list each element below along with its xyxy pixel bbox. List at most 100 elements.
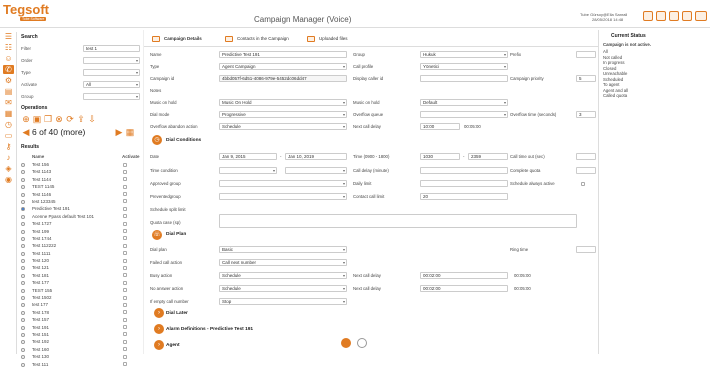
active-checkbox[interactable] [123,354,127,359]
active-checkbox[interactable] [123,288,127,293]
radio-icon[interactable] [21,236,25,241]
type-select[interactable] [83,69,140,76]
export-icon[interactable]: ⇪ [76,114,86,124]
phone-icon[interactable]: ✆ [3,65,14,74]
active-checkbox[interactable] [123,243,127,248]
dial-plan-select[interactable]: Basic [219,246,347,253]
active-checkbox[interactable] [123,310,127,315]
prev-page-icon[interactable]: ◀ [21,127,31,137]
result-row[interactable]: Acenne Ppass default Test 101 [21,213,142,220]
result-row[interactable]: Test 111 [21,361,142,368]
date-from-input[interactable]: Jan 9, 2015 [219,153,277,160]
quota-case-textarea[interactable] [219,214,577,228]
mail-icon[interactable]: ✉ [3,98,14,107]
result-row[interactable]: Test 1144 [21,176,142,183]
call-delay-input[interactable] [420,167,508,174]
radio-icon[interactable] [21,185,25,190]
settings-icon[interactable]: ⚙ [3,76,14,85]
delete-icon[interactable]: ⊗ [54,114,64,124]
type-select[interactable]: Agent Campaign [219,63,347,70]
radio-icon[interactable] [21,222,25,227]
schedule-active-checkbox[interactable] [581,182,585,186]
busy-action-select[interactable]: Schedule [219,272,347,279]
overflow-time-input[interactable]: 3 [576,111,596,118]
failed-call-select[interactable]: Call next number [219,259,347,266]
noanswer-delay-input[interactable]: 00:02:00 [420,285,508,292]
list-icon[interactable]: ☷ [3,43,14,52]
result-row[interactable]: test 177 [21,301,142,308]
result-row[interactable]: Test 199 [21,228,142,235]
bell-icon[interactable]: ♪ [3,153,14,162]
dial-mode-select[interactable]: Progressive [219,111,347,118]
result-row[interactable]: Test 156 [21,161,142,168]
radio-icon[interactable] [21,229,25,234]
radio-icon[interactable] [21,340,25,345]
radio-icon[interactable] [21,170,25,175]
result-row[interactable]: Predictive Test 191 [21,205,142,212]
active-checkbox[interactable] [123,229,127,234]
time-condition-select-2[interactable] [285,167,347,174]
active-checkbox[interactable] [123,347,127,352]
active-checkbox[interactable] [123,280,127,285]
tab-contacts[interactable]: Contacts in the Campaign [225,34,289,44]
refresh-icon[interactable]: ⟳ [65,114,75,124]
tab-uploaded-files[interactable]: Uploaded files [307,34,348,44]
call-profile-select[interactable]: Yönetici [420,63,508,70]
active-checkbox[interactable] [123,206,127,211]
next-page-icon[interactable]: ▶ [114,127,124,137]
result-row[interactable]: Test 1744 [21,235,142,242]
result-row[interactable]: Test 177 [21,279,142,286]
prevented-group-select[interactable] [219,193,347,200]
daily-limit-input[interactable] [420,180,508,187]
agent-heading[interactable]: Agent [166,343,180,348]
folder-icon[interactable]: ▭ [3,131,14,140]
time-to-input[interactable]: 2359 [468,153,508,160]
filter-input[interactable]: test 1 [83,45,140,52]
menu-icon[interactable]: ☰ [3,32,14,41]
active-checkbox[interactable] [123,362,127,367]
radio-icon[interactable] [21,244,25,249]
radio-icon[interactable] [21,199,25,204]
active-checkbox[interactable] [123,214,127,219]
radio-icon[interactable] [21,207,25,212]
moh-select[interactable]: Music On Hold [219,99,347,106]
time-from-input[interactable]: 1030 [420,153,460,160]
logout-icon[interactable] [695,11,707,21]
active-checkbox[interactable] [123,325,127,330]
active-checkbox[interactable] [123,236,127,241]
priority-input[interactable]: 5 [576,75,596,82]
result-row[interactable]: Test 120 [21,257,142,264]
result-row[interactable]: TEST 155 [21,287,142,294]
key-icon[interactable]: ⚷ [3,142,14,151]
result-row[interactable]: Test 112222 [21,242,142,249]
radio-icon[interactable] [21,192,25,197]
radio-icon[interactable] [21,288,25,293]
dial-later-heading[interactable]: Dial Later [166,311,188,316]
group-select[interactable]: Hukuk [420,51,508,58]
result-row[interactable]: Test 1727 [21,220,142,227]
tag-icon[interactable]: ◈ [3,164,14,173]
radio-icon[interactable] [21,177,25,182]
save-icon[interactable]: ▣ [32,114,42,124]
radio-icon[interactable] [21,325,25,330]
active-checkbox[interactable] [123,169,127,174]
calendar-icon[interactable] [656,11,666,21]
time-condition-select[interactable] [219,167,277,174]
import-icon[interactable]: ⇩ [87,114,97,124]
map-icon[interactable]: ◉ [3,175,14,184]
complete-quota-input[interactable] [576,167,596,174]
clock-icon[interactable]: ◷ [3,120,14,129]
result-row[interactable]: Test 160 [21,346,142,353]
alarm-heading[interactable]: Alarm Definitions - Predictive Test 191 [166,327,253,332]
result-row[interactable]: Test 178 [21,309,142,316]
empty-number-select[interactable]: Stop [219,298,347,305]
active-checkbox[interactable] [123,177,127,182]
next-call-delay-input[interactable]: 10:00 [420,123,460,130]
result-row[interactable]: Test 181 [21,272,142,279]
active-checkbox[interactable] [123,251,127,256]
activate-select[interactable]: All [83,81,140,88]
busy-delay-input[interactable]: 00:02:00 [420,272,508,279]
active-checkbox[interactable] [123,221,127,226]
report-icon[interactable]: ▦ [3,109,14,118]
radio-icon[interactable] [21,273,25,278]
